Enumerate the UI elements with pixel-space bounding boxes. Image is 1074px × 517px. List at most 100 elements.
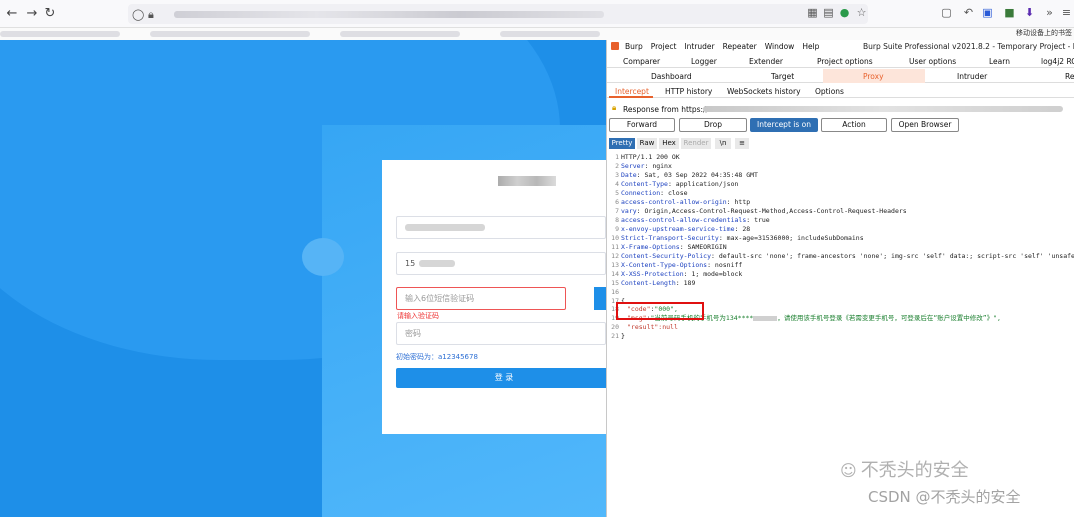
intercept-toggle-button[interactable]: Intercept is on — [750, 118, 818, 132]
newline-toggle[interactable]: \n — [715, 138, 731, 149]
view-pretty[interactable]: Pretty — [609, 138, 635, 149]
header-value: http — [734, 198, 751, 206]
json-result-line: 20 "result":null — [611, 323, 678, 331]
qr-icon[interactable]: ▦ — [806, 6, 819, 19]
menu-help[interactable]: Help — [802, 42, 819, 51]
line-number: 4 — [615, 180, 619, 188]
json-close: } — [621, 332, 625, 340]
menu-project[interactable]: Project — [651, 42, 677, 51]
open-browser-button[interactable]: Open Browser — [891, 118, 959, 132]
download-icon[interactable]: ⬇ — [1023, 6, 1036, 19]
account-field[interactable] — [396, 216, 606, 239]
response-line: 8 access-control-allow-credentials: true — [607, 216, 1074, 225]
drop-button[interactable]: Drop — [679, 118, 747, 132]
line-number: 8 — [615, 216, 619, 224]
line-number: 2 — [615, 162, 619, 170]
url-bar[interactable]: ◯ 🔒︎ — [128, 4, 868, 24]
forward-icon[interactable]: → — [22, 6, 42, 21]
json-close-line: 21} — [611, 332, 625, 340]
menu-repeater[interactable]: Repeater — [723, 42, 757, 51]
response-line: 7 vary: Origin,Access-Control-Request-Met… — [607, 207, 1074, 216]
site-logo-redacted — [498, 176, 556, 186]
header-value: Sat, 03 Sep 2022 04:35:48 GMT — [644, 171, 758, 179]
tool-tabs-row1: Comparer Logger Extender Project options… — [607, 54, 1074, 68]
response-line: 6 access-control-allow-origin: http — [607, 198, 1074, 207]
header-value: SAMEORIGIN — [687, 243, 727, 251]
header-value: true — [754, 216, 770, 224]
header-name: access-control-allow-credentials — [621, 216, 747, 224]
reload-icon[interactable]: ↻ — [40, 6, 60, 21]
translate-icon[interactable]: ▣ — [981, 6, 994, 19]
view-hex[interactable]: Hex — [659, 138, 679, 149]
pocket-icon[interactable]: ▢ — [940, 6, 953, 19]
burp-logo-icon — [611, 42, 619, 50]
proxy-subtabs: Intercept HTTP history WebSockets histor… — [607, 84, 1074, 98]
mobile-bookmarks[interactable]: 移动设备上的书签 — [1016, 28, 1072, 38]
action-button[interactable]: Action — [821, 118, 887, 132]
lock-icon[interactable]: 🔒︎ — [148, 8, 154, 22]
response-from-label: Response from https:// — [623, 105, 709, 114]
header-name: vary — [621, 207, 637, 215]
overflow-icon[interactable]: » — [1043, 6, 1056, 19]
watermark-csdn: CSDN @不秃头的安全 — [868, 488, 1021, 506]
bg-circle — [302, 238, 344, 276]
tab-learn[interactable]: Learn — [989, 57, 1010, 66]
browser-toolbar: ← → ↻ ◯ 🔒︎ ▦ ▤ ● ☆ ▢ ↶ ▣ ■ ⬇ » ≡ — [0, 0, 1074, 28]
tab-user-options[interactable]: User options — [909, 57, 956, 66]
grid-icon[interactable]: ▤ — [822, 6, 835, 19]
login-button[interactable]: 登 录 — [396, 368, 606, 388]
response-from-row: 🔒︎ Response from https:// — [607, 102, 1074, 116]
subtab-options[interactable]: Options — [815, 87, 844, 96]
sms-code-field[interactable]: 输入6位短信验证码 — [396, 287, 566, 310]
response-line: 16 — [607, 288, 1074, 297]
tab-comparer[interactable]: Comparer — [623, 57, 660, 66]
header-name: Content-Security-Policy — [621, 252, 712, 260]
header-name: X-Frame-Options — [621, 243, 680, 251]
line-number: 16 — [611, 288, 619, 296]
tab-proxy[interactable]: Proxy — [863, 72, 884, 81]
get-code-button[interactable] — [594, 287, 606, 310]
subtab-http-history[interactable]: HTTP history — [665, 87, 712, 96]
header-value: Origin,Access-Control-Request-Method,Acc… — [644, 207, 907, 215]
menu-icon[interactable]: ≡ — [1060, 6, 1073, 19]
response-line: 2 Server: nginx — [607, 162, 1074, 171]
addon-icon[interactable]: ■ — [1003, 6, 1016, 19]
menu-burp[interactable]: Burp — [625, 42, 643, 51]
phone-value-redacted — [419, 260, 455, 267]
tab-logger[interactable]: Logger — [691, 57, 717, 66]
undo-icon[interactable]: ↶ — [962, 6, 975, 19]
json-msg-tail: ，请使用该手机号登录《若需变更手机号，可登录后在“账户设置中修改”》", — [777, 314, 1001, 322]
view-render[interactable]: Render — [681, 138, 711, 149]
url-text-redacted — [174, 11, 604, 18]
status-line: HTTP/1.1 200 OK — [621, 153, 680, 161]
bookmark-bar: 移动设备上的书签 — [0, 28, 1074, 40]
header-name: Strict-Transport-Security — [621, 234, 719, 242]
tab-dashboard[interactable]: Dashboard — [651, 72, 692, 81]
subtab-intercept[interactable]: Intercept — [615, 87, 649, 96]
star-icon[interactable]: ☆ — [855, 6, 868, 19]
tab-extender[interactable]: Extender — [749, 57, 783, 66]
tab-target[interactable]: Target — [771, 72, 794, 81]
line-number: 6 — [615, 198, 619, 206]
code-error-text: 请输入验证码 — [397, 312, 439, 320]
view-raw[interactable]: Raw — [637, 138, 657, 149]
header-value: 189 — [683, 279, 696, 287]
tab-project-options[interactable]: Project options — [817, 57, 873, 66]
tab-repeater[interactable]: Re — [1065, 72, 1074, 81]
menu-window[interactable]: Window — [765, 42, 795, 51]
tab-intruder[interactable]: Intruder — [957, 72, 987, 81]
line-number: 15 — [611, 279, 619, 287]
forward-button[interactable]: Forward — [609, 118, 675, 132]
response-line: 3 Date: Sat, 03 Sep 2022 04:35:48 GMT — [607, 171, 1074, 180]
header-name: Server — [621, 162, 645, 170]
subtab-websockets-history[interactable]: WebSockets history — [727, 87, 801, 96]
menu-icon[interactable]: ≡ — [735, 138, 749, 149]
back-icon[interactable]: ← — [2, 6, 22, 21]
tab-log4j2-rce[interactable]: log4j2 RCE — [1041, 57, 1074, 66]
extension-icon[interactable]: ● — [838, 6, 851, 19]
phone-field[interactable]: 15 — [396, 252, 606, 275]
shield-icon[interactable]: ◯ — [132, 8, 144, 21]
password-field[interactable]: 密码 — [396, 322, 606, 345]
menu-intruder[interactable]: Intruder — [684, 42, 714, 51]
response-host-redacted — [703, 106, 1063, 112]
